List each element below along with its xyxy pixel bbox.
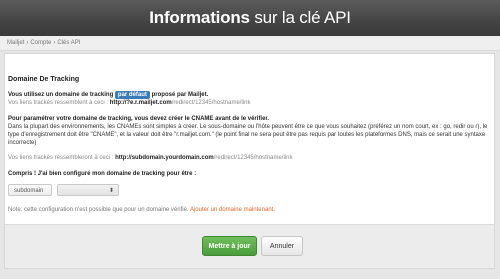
section-title: Domaine De Tracking xyxy=(8,76,80,83)
param-title: Pour paramétrer votre domaine de trackin… xyxy=(8,115,270,122)
default-badge: par défaut xyxy=(114,91,150,100)
domain-select[interactable]: ⬍ xyxy=(57,183,119,196)
chevron-down-icon: ⬍ xyxy=(108,187,114,194)
form-footer: Mettre à jour Annuler xyxy=(5,224,494,268)
note-line: Note: cette configuration n'est possible… xyxy=(8,206,275,213)
breadcrumb-item-compte[interactable]: Compte xyxy=(30,40,51,46)
breadcrumb-item-cles-api: Clés API xyxy=(57,40,81,46)
header-title-bold: Informations xyxy=(149,8,250,27)
tracking-panel: Domaine De Tracking Vous utilisez un dom… xyxy=(4,53,495,269)
subdomain-input[interactable]: subdomain xyxy=(8,183,52,196)
confirm-label: Compris ! J'ai bien configuré mon domain… xyxy=(8,170,197,177)
page-header: Informations sur la clé API xyxy=(0,0,500,36)
domain-selector-row: subdomain ⬍ xyxy=(8,183,488,196)
update-button[interactable]: Mettre à jour xyxy=(202,236,257,256)
breadcrumb: Mailjet › Compte › Clés API xyxy=(0,36,500,51)
cancel-button[interactable]: Annuler xyxy=(261,236,303,256)
add-domain-link[interactable]: Ajouter un domaine maintenant. xyxy=(190,207,275,213)
breadcrumb-item-mailjet[interactable]: Mailjet xyxy=(7,40,24,46)
current-tracking-line: Vous utilisez un domaine de tracking par… xyxy=(8,91,209,100)
future-url-line: Vos liens trackés ressembleront à ceci :… xyxy=(8,155,293,162)
header-title-light: sur la clé API xyxy=(254,8,351,27)
current-url-line: Vos liens trackés ressemblent à ceci : h… xyxy=(8,100,251,107)
tracking-content: Domaine De Tracking Vous utilisez un dom… xyxy=(8,76,488,214)
param-text: Dans la plupart des environnements, les … xyxy=(8,123,488,147)
